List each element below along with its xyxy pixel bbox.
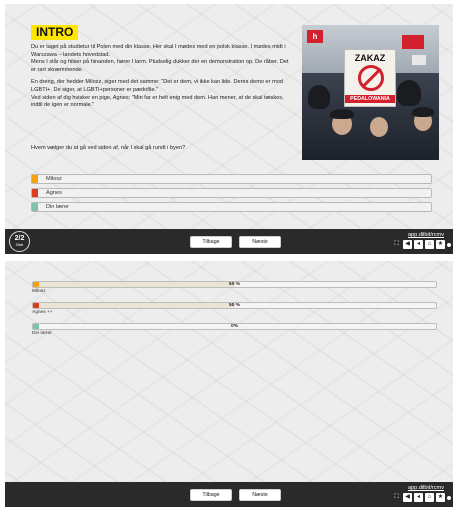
bottom-navbar: Tilbage Næste app.dilbit/rcmv ⛶ ◀ ◂ ⌂ ★ — [5, 482, 453, 507]
slide-counter: 2/2 Slide — [9, 231, 30, 252]
bottom-navbar: 2/2 Slide Tilbage Næste app.dilbit/rcmv … — [5, 229, 453, 254]
person-head — [330, 109, 354, 119]
expand-icon[interactable]: ⛶ — [392, 493, 401, 502]
result-percent: 0% — [231, 324, 238, 329]
back-button[interactable]: Tilbage — [190, 236, 232, 248]
star-icon[interactable]: ★ — [436, 240, 445, 249]
option-label: Din lærer — [46, 204, 70, 210]
story-paragraph: Ved siden af dig hvisker en pige, Agnes:… — [31, 94, 284, 109]
result-bar: 50 % — [32, 302, 437, 309]
toolbar: ⛶ ◀ ◂ ⌂ ★ — [392, 240, 451, 249]
sign-top-text: ZAKAZ — [354, 53, 386, 63]
result-label: Agnes ++ — [32, 310, 53, 315]
rewind-icon[interactable]: ◀ — [403, 493, 412, 502]
back-icon[interactable]: ◂ — [414, 493, 423, 502]
next-button[interactable]: Næste — [239, 236, 281, 248]
results-slide: 50 % Milosz 50 % Agnes ++ 0% Din lærer T… — [5, 261, 453, 507]
option-label: Milosz — [46, 176, 62, 182]
result-bar: 50 % — [32, 281, 437, 288]
expand-icon[interactable]: ⛶ — [392, 240, 401, 249]
demonstration-photo: h ZAKAZ PEDALOWANIA — [302, 25, 439, 160]
person-head — [397, 80, 421, 106]
person-head — [370, 117, 388, 137]
person-head — [308, 85, 330, 109]
story-paragraph: Du er taget på studietur til Polen med d… — [31, 44, 286, 58]
option-color-marker — [32, 203, 38, 211]
person-head — [412, 107, 434, 117]
answer-option-teacher[interactable]: Din lærer — [31, 202, 432, 212]
protest-sign: ZAKAZ PEDALOWANIA — [344, 49, 396, 107]
question-slide: INTRO Du er taget på studietur til Polen… — [5, 4, 453, 254]
back-button[interactable]: Tilbage — [190, 489, 232, 501]
intro-badge: INTRO — [31, 25, 79, 40]
answer-option-milosz[interactable]: Milosz — [31, 174, 432, 184]
home-icon[interactable]: ⌂ — [425, 240, 434, 249]
option-color-marker — [32, 189, 38, 197]
back-icon[interactable]: ◂ — [414, 240, 423, 249]
result-percent: 50 % — [229, 303, 240, 308]
star-icon[interactable]: ★ — [436, 493, 445, 502]
story-paragraph: En dreng, der hedder Milosz, siger med d… — [31, 79, 283, 93]
result-percent: 50 % — [229, 282, 240, 287]
result-row: 50 % Agnes ++ — [32, 302, 437, 315]
question-text: Hvem vælger du at gå ved siden af, når I… — [31, 145, 186, 151]
slide-counter-label: Slide — [15, 243, 24, 247]
photo-flag — [412, 55, 426, 65]
rewind-icon[interactable]: ◀ — [403, 240, 412, 249]
result-label: Din lærer — [32, 331, 52, 336]
slide-counter-value: 2/2 — [14, 235, 25, 242]
menu-dot-icon[interactable] — [447, 242, 451, 247]
story-text: Du er taget på studietur til Polen med d… — [31, 44, 293, 115]
prohibition-icon — [358, 65, 384, 91]
app-link[interactable]: app.dilbit/rcmv — [408, 485, 444, 491]
option-label: Agnes — [46, 190, 62, 196]
home-icon[interactable]: ⌂ — [425, 493, 434, 502]
next-button[interactable]: Næste — [239, 489, 281, 501]
result-row: 50 % Milosz — [32, 281, 437, 294]
story-paragraph: Mens I står og hilser på hinanden, hører… — [31, 59, 289, 73]
background-pattern — [5, 261, 453, 507]
photo-flag — [402, 35, 424, 49]
photo-logo: h — [307, 30, 323, 43]
result-label: Milosz — [32, 289, 46, 294]
result-row: 0% Din lærer — [32, 323, 437, 336]
sign-bottom-text: PEDALOWANIA — [345, 95, 395, 103]
menu-dot-icon[interactable] — [447, 495, 451, 500]
option-color-marker — [32, 175, 38, 183]
result-bar: 0% — [32, 323, 437, 330]
toolbar: ⛶ ◀ ◂ ⌂ ★ — [392, 493, 451, 502]
answer-option-agnes[interactable]: Agnes — [31, 188, 432, 198]
app-link[interactable]: app.dilbit/rcmv — [408, 232, 444, 238]
